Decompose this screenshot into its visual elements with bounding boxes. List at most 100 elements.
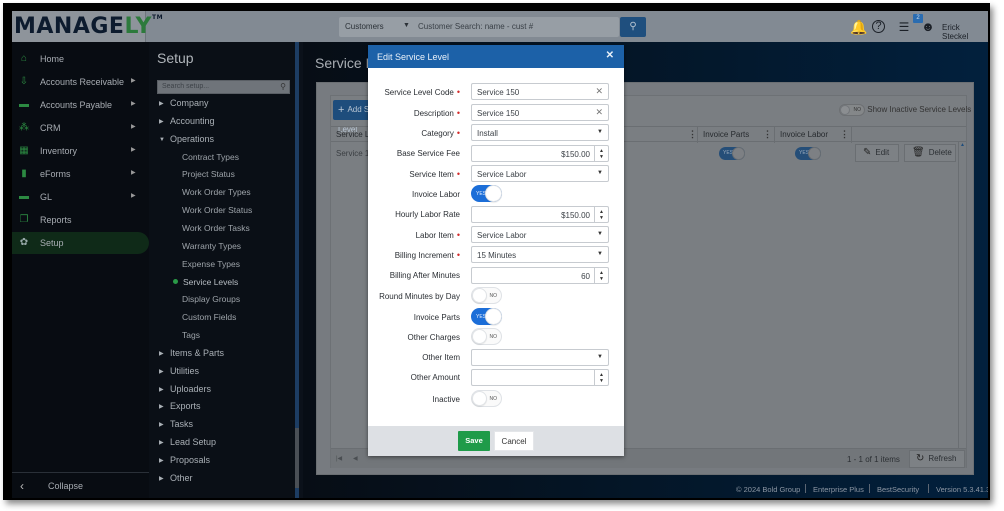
setup-tree-item-lead-setup[interactable]: ▶ Lead Setup <box>159 437 216 447</box>
setup-tree-item-utilities[interactable]: ▶ Utilities <box>159 366 199 376</box>
column-divider <box>697 127 698 143</box>
labor-item-select[interactable]: Service Labor ▼ <box>471 226 609 243</box>
spinner-icon[interactable]: ▲ ▼ <box>594 146 608 161</box>
search-icon: ⚲ <box>280 82 286 91</box>
close-icon[interactable]: ✕ <box>606 50 614 61</box>
billing-increment-select[interactable]: 15 Minutes ▼ <box>471 246 609 263</box>
invoice-labor-toggle[interactable]: YES <box>471 185 502 202</box>
hourly-labor-rate-input[interactable]: $150.00 ▲ ▼ <box>471 206 609 223</box>
sidebar-item-home[interactable]: ⌂ Home <box>12 48 149 70</box>
cancel-button[interactable]: Cancel <box>494 431 534 451</box>
user-icon[interactable]: ☻ <box>920 19 936 35</box>
setup-tree-item-work-order-tasks[interactable]: Work Order Tasks <box>182 223 250 233</box>
field-label: Labor Item • <box>416 230 460 240</box>
setup-tree-item-display-groups[interactable]: Display Groups <box>182 294 240 304</box>
field-label: Invoice Labor <box>412 190 460 199</box>
sidebar-item-accounts-payable[interactable]: ▬ Accounts Payable ▶ <box>12 94 149 116</box>
first-page-icon[interactable]: |◀ <box>336 455 342 462</box>
chevron-down-icon[interactable]: ▼ <box>597 251 603 257</box>
tasks-icon[interactable]: ☰ <box>896 19 912 35</box>
clear-icon[interactable]: ✕ <box>595 86 603 97</box>
left-nav: ‹ Collapse ⌂ Home ⇩ Accounts Receivable ▶ ▬ Ac… <box>12 42 149 498</box>
prev-page-icon[interactable]: ◀ <box>353 455 358 462</box>
bell-icon[interactable]: 🔔 <box>850 19 867 35</box>
round-minutes-by-day-toggle[interactable]: NO <box>471 287 502 304</box>
chevron-down-icon[interactable]: ▼ <box>403 22 410 29</box>
service-level-code-input[interactable]: Service 150 ✕ <box>471 83 609 100</box>
column-header-invoice-labor[interactable]: Invoice Labor <box>780 130 828 139</box>
grid-scrollbar[interactable]: ▲ <box>958 142 965 448</box>
show-inactive-toggle[interactable]: NO <box>839 104 865 116</box>
setup-tree-item-company[interactable]: ▶ Company <box>159 98 209 108</box>
setup-tree-item-warranty-types[interactable]: Warranty Types <box>182 241 241 251</box>
sidebar-item-inventory[interactable]: ▦ Inventory ▶ <box>12 140 149 162</box>
category-select[interactable]: Install ▼ <box>471 124 609 141</box>
column-menu-icon[interactable]: ⋮ <box>840 129 849 140</box>
refresh-button[interactable]: ↻ Refresh <box>909 450 965 468</box>
column-header-invoice-parts[interactable]: Invoice Parts <box>703 130 749 139</box>
username[interactable]: Erick Steckel <box>942 23 988 41</box>
setup-tree-item-tasks[interactable]: ▶ Tasks <box>159 419 193 429</box>
setup-tree-item-service-levels[interactable]: Service Levels <box>173 277 238 287</box>
collapse-button[interactable]: ‹ Collapse <box>12 472 149 498</box>
save-button[interactable]: Save <box>458 431 490 451</box>
column-menu-icon[interactable]: ⋮ <box>688 129 697 140</box>
setup-tree-item-project-status[interactable]: Project Status <box>182 169 235 179</box>
spinner-icon[interactable]: ▲ ▼ <box>594 370 608 385</box>
setup-tree-item-proposals[interactable]: ▶ Proposals <box>159 455 210 465</box>
search-button[interactable]: ⚲ <box>620 17 646 37</box>
setup-tree-item-contract-types[interactable]: Contract Types <box>182 152 239 162</box>
toggle-knob <box>485 185 502 202</box>
sidebar-item-eforms[interactable]: ▮ eForms ▶ <box>12 163 149 185</box>
field-value: Service Labor <box>477 230 527 240</box>
setup-tree-item-custom-fields[interactable]: Custom Fields <box>182 312 236 322</box>
setup-tree-item-expense-types[interactable]: Expense Types <box>182 259 240 269</box>
chevron-down-icon[interactable]: ▼ <box>597 170 603 176</box>
other-item-select[interactable]: ▼ <box>471 349 609 366</box>
setup-tree-item-uploaders[interactable]: ▶ Uploaders <box>159 384 211 394</box>
sidebar-item-gl[interactable]: ▬ GL ▶ <box>12 186 149 208</box>
tree-item-label: Service Levels <box>183 276 239 287</box>
clear-icon[interactable]: ✕ <box>595 107 603 118</box>
sidebar-item-crm[interactable]: ⁂ CRM ▶ <box>12 117 149 139</box>
sidebar-item-setup[interactable]: ✿ Setup <box>12 232 149 254</box>
column-menu-icon[interactable]: ⋮ <box>763 129 772 140</box>
setup-tree-item-operations[interactable]: ▼ Operations <box>159 134 214 144</box>
delete-button[interactable]: 🗑 Delete <box>904 144 956 162</box>
chevron-down-icon[interactable]: ▼ <box>597 354 603 360</box>
search-category-select[interactable]: Customers <box>345 22 384 31</box>
spinner-icon[interactable]: ▲ ▼ <box>594 268 608 283</box>
sidebar-item-accounts-receivable[interactable]: ⇩ Accounts Receivable ▶ <box>12 71 149 93</box>
field-label: Other Item <box>422 353 460 362</box>
base-service-fee-input[interactable]: $150.00 ▲ ▼ <box>471 145 609 162</box>
help-icon[interactable]: ? <box>872 20 885 33</box>
setup-tree-item-items-parts[interactable]: ▶ Items & Parts <box>159 348 224 358</box>
scrollbar-thumb[interactable] <box>295 428 299 488</box>
other-amount-input[interactable]: ▲ ▼ <box>471 369 609 386</box>
required-indicator: • <box>456 87 460 97</box>
billing-after-minutes-input[interactable]: 60 ▲ ▼ <box>471 267 609 284</box>
items-count: 1 - 1 of 1 items <box>847 455 900 464</box>
scroll-up-icon[interactable]: ▲ <box>960 142 965 148</box>
setup-scrollbar[interactable] <box>295 42 299 498</box>
setup-tree-item-work-order-types[interactable]: Work Order Types <box>182 187 251 197</box>
edit-button[interactable]: ✎ Edit <box>855 144 899 162</box>
setup-tree-item-accounting[interactable]: ▶ Accounting <box>159 116 215 126</box>
description-input[interactable]: Service 150 ✕ <box>471 104 609 121</box>
setup-tree-item-work-order-status[interactable]: Work Order Status <box>182 205 252 215</box>
sidebar-item-reports[interactable]: ❐ Reports <box>12 209 149 231</box>
caret-right-icon: ▶ <box>159 368 164 375</box>
chevron-down-icon[interactable]: ▼ <box>597 129 603 135</box>
inactive-toggle[interactable]: NO <box>471 390 502 407</box>
other-charges-toggle[interactable]: NO <box>471 328 502 345</box>
setup-tree-item-exports[interactable]: ▶ Exports <box>159 401 201 411</box>
setup-tree-item-tags[interactable]: Tags <box>182 330 200 340</box>
setup-tree-item-other[interactable]: ▶ Other <box>159 473 193 483</box>
setup-search-input[interactable]: Search setup... ⚲ <box>157 80 290 94</box>
logo[interactable]: MANAGELYTM <box>12 11 163 42</box>
invoice-parts-toggle[interactable]: YES <box>471 308 502 325</box>
chevron-down-icon[interactable]: ▼ <box>597 231 603 237</box>
customer-search-input[interactable]: Customer Search: name - cust # <box>418 22 533 31</box>
service-item-select[interactable]: Service Labor ▼ <box>471 165 609 182</box>
spinner-icon[interactable]: ▲ ▼ <box>594 207 608 222</box>
